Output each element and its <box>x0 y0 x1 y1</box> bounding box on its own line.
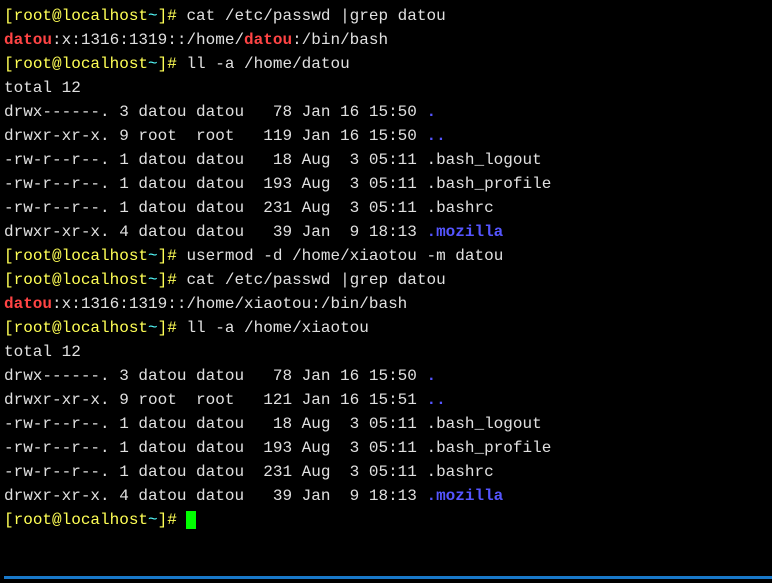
file-name: .bash_profile <box>426 439 551 457</box>
prompt-line: [root@localhost~]# ll -a /home/datou <box>4 52 772 76</box>
file-name: . <box>426 367 436 385</box>
terminal-window[interactable]: [root@localhost~]# cat /etc/passwd |grep… <box>4 4 772 579</box>
prompt-bracket: [ <box>4 247 14 265</box>
file-name: .bash_profile <box>426 175 551 193</box>
list-item: -rw-r--r--. 1 datou datou 193 Aug 3 05:1… <box>4 436 772 460</box>
file-meta: -rw-r--r--. 1 datou datou 193 Aug 3 05:1… <box>4 439 426 457</box>
prompt-cwd: ~ <box>148 511 158 529</box>
file-meta: drwxr-xr-x. 4 datou datou 39 Jan 9 18:13 <box>4 487 426 505</box>
file-name: .. <box>426 391 445 409</box>
grep-match: datou <box>244 31 292 49</box>
file-meta: -rw-r--r--. 1 datou datou 18 Aug 3 05:11 <box>4 415 426 433</box>
command-text: ll -a /home/datou <box>177 55 350 73</box>
list-item: drwxr-xr-x. 9 root root 121 Jan 16 15:51… <box>4 388 772 412</box>
cursor[interactable] <box>186 511 196 529</box>
prompt-cwd: ~ <box>148 319 158 337</box>
prompt-cwd: ~ <box>148 7 158 25</box>
prompt-bracket-close: ]# <box>158 55 177 73</box>
list-item: drwxr-xr-x. 4 datou datou 39 Jan 9 18:13… <box>4 484 772 508</box>
file-meta: drwxr-xr-x. 9 root root 121 Jan 16 15:51 <box>4 391 426 409</box>
prompt-cwd: ~ <box>148 247 158 265</box>
file-name: .mozilla <box>426 487 503 505</box>
list-item: drwx------. 3 datou datou 78 Jan 16 15:5… <box>4 100 772 124</box>
output-text: :x:1316:1319::/home/ <box>52 31 244 49</box>
file-name: .mozilla <box>426 223 503 241</box>
prompt-user-host: root@localhost <box>14 271 148 289</box>
output-line: total 12 <box>4 340 772 364</box>
list-item: -rw-r--r--. 1 datou datou 231 Aug 3 05:1… <box>4 196 772 220</box>
file-meta: drwxr-xr-x. 9 root root 119 Jan 16 15:50 <box>4 127 426 145</box>
file-meta: drwxr-xr-x. 4 datou datou 39 Jan 9 18:13 <box>4 223 426 241</box>
prompt-line: [root@localhost~]# cat /etc/passwd |grep… <box>4 268 772 292</box>
output-line: total 12 <box>4 76 772 100</box>
command-text: cat /etc/passwd |grep datou <box>177 7 446 25</box>
prompt-bracket: [ <box>4 271 14 289</box>
prompt-bracket: [ <box>4 55 14 73</box>
list-item: drwxr-xr-x. 9 root root 119 Jan 16 15:50… <box>4 124 772 148</box>
prompt-user-host: root@localhost <box>14 247 148 265</box>
file-meta: -rw-r--r--. 1 datou datou 18 Aug 3 05:11 <box>4 151 426 169</box>
output-line: datou:x:1316:1319::/home/xiaotou:/bin/ba… <box>4 292 772 316</box>
prompt-bracket: [ <box>4 7 14 25</box>
prompt-bracket-close: ]# <box>158 511 177 529</box>
prompt-line: [root@localhost~]# cat /etc/passwd |grep… <box>4 4 772 28</box>
file-name: .bash_logout <box>426 151 541 169</box>
list-item: -rw-r--r--. 1 datou datou 18 Aug 3 05:11… <box>4 412 772 436</box>
file-meta: -rw-r--r--. 1 datou datou 193 Aug 3 05:1… <box>4 175 426 193</box>
file-name: .. <box>426 127 445 145</box>
grep-match: datou <box>4 31 52 49</box>
file-meta: -rw-r--r--. 1 datou datou 231 Aug 3 05:1… <box>4 199 426 217</box>
prompt-line: [root@localhost~]# ll -a /home/xiaotou <box>4 316 772 340</box>
list-item: drwx------. 3 datou datou 78 Jan 16 15:5… <box>4 364 772 388</box>
list-item: -rw-r--r--. 1 datou datou 231 Aug 3 05:1… <box>4 460 772 484</box>
file-name: . <box>426 103 436 121</box>
prompt-user-host: root@localhost <box>14 511 148 529</box>
prompt-user-host: root@localhost <box>14 55 148 73</box>
list-item: drwxr-xr-x. 4 datou datou 39 Jan 9 18:13… <box>4 220 772 244</box>
file-name: .bashrc <box>426 199 493 217</box>
file-meta: -rw-r--r--. 1 datou datou 231 Aug 3 05:1… <box>4 463 426 481</box>
prompt-bracket-close: ]# <box>158 319 177 337</box>
prompt-cwd: ~ <box>148 271 158 289</box>
prompt-line: [root@localhost~]# usermod -d /home/xiao… <box>4 244 772 268</box>
grep-match: datou <box>4 295 52 313</box>
file-name: .bashrc <box>426 463 493 481</box>
prompt-bracket-close: ]# <box>158 247 177 265</box>
prompt-bracket-close: ]# <box>158 271 177 289</box>
list-item: -rw-r--r--. 1 datou datou 18 Aug 3 05:11… <box>4 148 772 172</box>
prompt-cwd: ~ <box>148 55 158 73</box>
output-line: datou:x:1316:1319::/home/datou:/bin/bash <box>4 28 772 52</box>
list-item: -rw-r--r--. 1 datou datou 193 Aug 3 05:1… <box>4 172 772 196</box>
file-listing: drwx------. 3 datou datou 78 Jan 16 15:5… <box>4 364 772 508</box>
prompt-bracket-close: ]# <box>158 7 177 25</box>
prompt-bracket: [ <box>4 511 14 529</box>
file-listing: drwx------. 3 datou datou 78 Jan 16 15:5… <box>4 100 772 244</box>
file-meta: drwx------. 3 datou datou 78 Jan 16 15:5… <box>4 367 426 385</box>
prompt-user-host: root@localhost <box>14 319 148 337</box>
prompt-user-host: root@localhost <box>14 7 148 25</box>
output-text: :x:1316:1319::/home/xiaotou:/bin/bash <box>52 295 407 313</box>
prompt-line[interactable]: [root@localhost~]# <box>4 508 772 532</box>
command-text: ll -a /home/xiaotou <box>177 319 369 337</box>
output-text: :/bin/bash <box>292 31 388 49</box>
file-name: .bash_logout <box>426 415 541 433</box>
file-meta: drwx------. 3 datou datou 78 Jan 16 15:5… <box>4 103 426 121</box>
command-text: usermod -d /home/xiaotou -m datou <box>177 247 503 265</box>
command-text: cat /etc/passwd |grep datou <box>177 271 446 289</box>
prompt-bracket: [ <box>4 319 14 337</box>
